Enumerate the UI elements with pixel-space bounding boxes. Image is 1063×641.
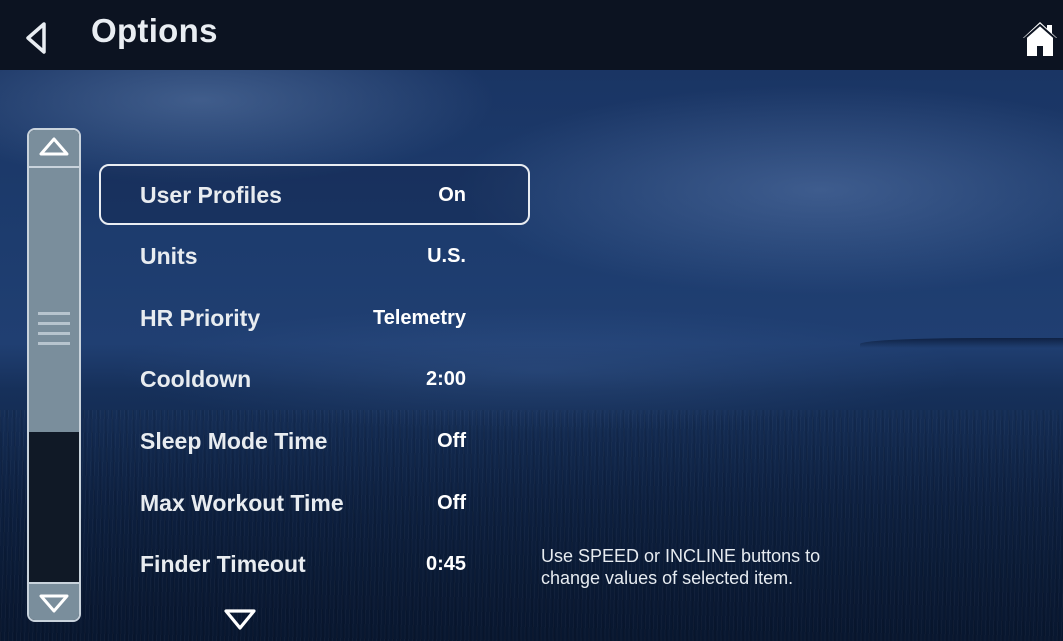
scroll-down-triangle-icon	[39, 594, 69, 613]
page-title: Options	[91, 12, 218, 49]
option-value: 2:00	[425, 368, 466, 391]
option-value: 0:45	[425, 553, 466, 576]
option-label: Max Workout Time	[140, 489, 344, 516]
option-label: Cooldown	[140, 366, 252, 393]
option-label: Units	[140, 243, 198, 269]
option-cooldown[interactable]: Cooldown 2:00	[99, 348, 530, 410]
instruction-line-1: Use SPEED or INCLINE buttons to	[541, 546, 821, 566]
option-label: Finder Timeout	[140, 551, 306, 578]
more-down-triangle-icon	[224, 609, 256, 630]
option-value: On	[438, 184, 466, 206]
back-button[interactable]	[14, 14, 58, 58]
option-sleep-mode-time[interactable]: Sleep Mode Time Off	[99, 410, 530, 472]
home-icon	[1022, 22, 1058, 56]
option-value: Telemetry	[372, 306, 466, 329]
scroll-up-triangle-icon	[39, 137, 69, 156]
horizon-hill	[860, 338, 1063, 348]
option-label: Sleep Mode Time	[140, 428, 328, 455]
option-max-workout-time[interactable]: Max Workout Time Off	[99, 472, 530, 534]
grip-lines-icon	[38, 312, 70, 346]
instruction-text: Use SPEED or INCLINE buttons to change v…	[541, 545, 961, 589]
scroll-down-button[interactable]	[29, 582, 79, 620]
option-label: HR Priority	[140, 304, 261, 331]
option-user-profiles[interactable]: User Profiles On	[99, 164, 530, 225]
option-finder-timeout[interactable]: Finder Timeout 0:45	[99, 533, 530, 595]
home-button[interactable]	[1020, 20, 1060, 60]
options-list: User Profiles On Units U.S. HR Priority …	[99, 164, 530, 595]
instruction-line-2: change values of selected item.	[541, 568, 794, 588]
scroll-up-button[interactable]	[29, 130, 79, 168]
option-value: U.S.	[427, 245, 466, 267]
option-value: Off	[437, 430, 466, 453]
scrollbar[interactable]	[27, 128, 81, 622]
more-options-button[interactable]	[222, 606, 258, 632]
back-triangle-icon	[26, 22, 46, 54]
title-bar: Options	[0, 0, 1063, 70]
option-label: User Profiles	[140, 182, 282, 208]
scroll-thumb[interactable]	[29, 168, 79, 432]
option-units[interactable]: Units U.S.	[99, 225, 530, 287]
option-hr-priority[interactable]: HR Priority Telemetry	[99, 287, 530, 349]
option-value: Off	[437, 491, 466, 514]
